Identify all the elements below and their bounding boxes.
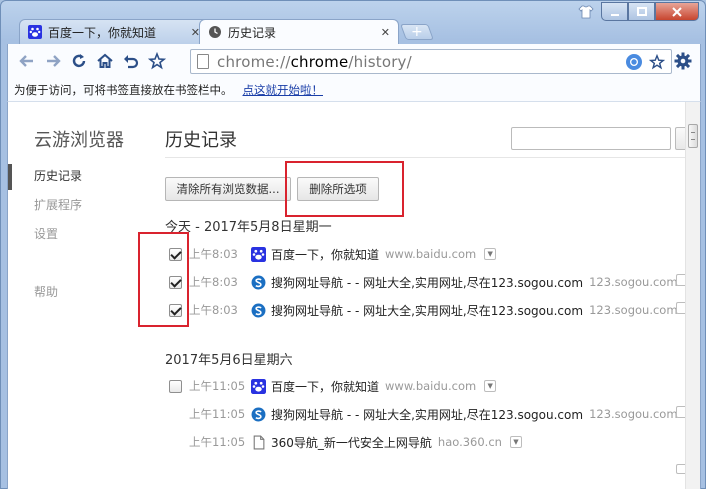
chrome-logo-icon[interactable] [625, 53, 643, 71]
entry-title-link[interactable]: 360导航_新一代安全上网导航 [271, 434, 432, 451]
highlight-box-delete [285, 161, 404, 217]
maximize-button[interactable] [628, 2, 655, 21]
entry-domain: hao.360.cn [437, 435, 502, 449]
tab-label: 历史记录 [228, 25, 277, 40]
omnibox-actions [625, 53, 665, 71]
entry-menu-chevron-icon[interactable]: ▼ [484, 380, 497, 392]
entry-checkbox[interactable] [169, 379, 182, 393]
page-icon [253, 435, 265, 449]
browser-window: 百度一下，你就知道 ✕ 历史记录 ✕ + chrome://chrome/his… [0, 0, 706, 489]
entry-title-link[interactable]: 百度一下，你就知道 [271, 246, 379, 263]
undo-icon [124, 55, 139, 69]
day-header-today: 今天 - 2017年5月8日星期一 [165, 220, 332, 235]
tab-baidu[interactable]: 百度一下，你就知道 ✕ [19, 19, 209, 44]
entry-domain: 123.sogou.com [589, 407, 678, 421]
address-bar[interactable]: chrome://chrome/history/ [190, 49, 672, 74]
tab-strip: 百度一下，你就知道 ✕ 历史记录 ✕ + [19, 19, 434, 44]
entry-domain: www.baidu.com [385, 247, 477, 261]
page-title: 历史记录 [165, 130, 237, 151]
home-button[interactable] [92, 48, 118, 74]
tab-history[interactable]: 历史记录 ✕ [199, 19, 399, 44]
history-entry[interactable]: 上午11:05 搜狗网址导航 - - 网址大全,实用网址,尽在123.sogou… [168, 404, 678, 424]
new-tab-button[interactable]: + [400, 24, 434, 40]
sidebar-item-settings[interactable]: 设置 [34, 226, 82, 255]
gear-icon[interactable] [674, 52, 692, 70]
baidu-paw-icon [251, 378, 266, 394]
bookmark-bar: 为便于访问，可将书签直接放在书签栏中。 点这就开始啦！ [7, 78, 701, 102]
entry-menu-chevron-icon[interactable]: ▼ [509, 436, 522, 448]
sidebar-nav: 历史记录 扩展程序 设置 帮助 [34, 168, 82, 299]
history-entry[interactable]: 上午8:03 百度一下，你就知道 www.baidu.com ▼ [168, 244, 497, 264]
entry-time: 上午11:05 [189, 379, 246, 393]
page-icon [197, 54, 209, 69]
entry-time: 上午8:03 [189, 247, 238, 261]
sidebar-item-help[interactable]: 帮助 [34, 284, 94, 313]
scrollbar-thumb[interactable] [688, 124, 698, 148]
history-entry[interactable]: 上午8:03 搜狗网址导航 - - 网址大全,实用网址,尽在123.sogou.… [168, 272, 678, 292]
plus-icon: + [411, 24, 423, 40]
tab-label: 百度一下，你就知道 [48, 25, 157, 40]
history-entry[interactable]: 上午11:05 360导航_新一代安全上网导航 hao.360.cn ▼ [168, 432, 522, 452]
nav-active-marker [8, 164, 12, 190]
entry-domain: www.baidu.com [385, 379, 477, 393]
reload-button[interactable] [66, 48, 92, 74]
back-button[interactable] [14, 48, 40, 74]
minimize-icon [610, 13, 619, 16]
baidu-paw-icon [28, 25, 42, 39]
close-icon [672, 6, 682, 17]
entry-domain: 123.sogou.com [589, 303, 678, 317]
highlight-box-checkboxes [138, 232, 189, 327]
baidu-paw-icon [251, 246, 266, 262]
toolbar: chrome://chrome/history/ [7, 44, 701, 78]
clear-all-browsing-data-button[interactable]: 清除所有浏览数据... [165, 177, 291, 201]
entry-time: 上午8:03 [189, 303, 238, 317]
window-controls [601, 2, 699, 21]
vertical-scrollbar[interactable] [685, 102, 700, 489]
undo-close-button[interactable] [118, 48, 144, 74]
entry-time: 上午8:03 [189, 275, 238, 289]
history-page: 云游浏览器 历史记录 扩展程序 设置 帮助 历史记录 清除所有浏览数据... 删… [7, 102, 701, 489]
day-header-date: 2017年5月6日星期六 [165, 353, 293, 368]
reload-icon [72, 54, 86, 68]
sidebar-item-extensions[interactable]: 扩展程序 [34, 197, 82, 226]
arrow-right-icon [47, 55, 61, 67]
entry-title-link[interactable]: 搜狗网址导航 - - 网址大全,实用网址,尽在123.sogou.com [271, 406, 583, 423]
home-icon [97, 53, 113, 68]
arrow-left-icon [19, 55, 33, 67]
maximize-icon [636, 6, 647, 16]
browser-brand: 云游浏览器 [34, 130, 124, 151]
entry-domain: 123.sogou.com [589, 275, 678, 289]
entry-time: 上午11:05 [189, 435, 246, 449]
close-window-button[interactable] [655, 2, 699, 21]
entry-time: 上午11:05 [189, 407, 246, 421]
entry-menu-chevron-icon[interactable]: ▼ [484, 248, 497, 260]
minimize-button[interactable] [601, 2, 628, 21]
history-search-input[interactable] [511, 127, 671, 150]
bookmark-start-link[interactable]: 点这就开始啦！ [243, 82, 324, 98]
forward-button[interactable] [40, 48, 66, 74]
sogou-icon [251, 407, 266, 421]
url-text: chrome://chrome/history/ [217, 52, 412, 71]
favorites-button[interactable] [144, 48, 170, 74]
header-divider [165, 157, 685, 158]
clock-icon [209, 26, 221, 38]
sogou-icon [251, 275, 266, 289]
bookmark-star-icon[interactable] [649, 54, 665, 70]
sidebar-item-history[interactable]: 历史记录 [34, 168, 82, 197]
history-entry[interactable]: 上午11:05 百度一下，你就知道 www.baidu.com ▼ [168, 376, 497, 396]
entry-title-link[interactable]: 百度一下，你就知道 [271, 378, 379, 395]
entry-title-link[interactable]: 搜狗网址导航 - - 网址大全,实用网址,尽在123.sogou.com [271, 274, 583, 291]
entry-title-link[interactable]: 搜狗网址导航 - - 网址大全,实用网址,尽在123.sogou.com [271, 302, 583, 319]
tshirt-icon[interactable] [577, 4, 595, 20]
sogou-icon [251, 303, 266, 317]
tab-close-icon[interactable]: ✕ [381, 26, 390, 39]
history-entry[interactable]: 上午8:03 搜狗网址导航 - - 网址大全,实用网址,尽在123.sogou.… [168, 300, 678, 320]
star-icon [148, 52, 166, 70]
bookmark-bar-hint: 为便于访问，可将书签直接放在书签栏中。 [14, 82, 233, 97]
